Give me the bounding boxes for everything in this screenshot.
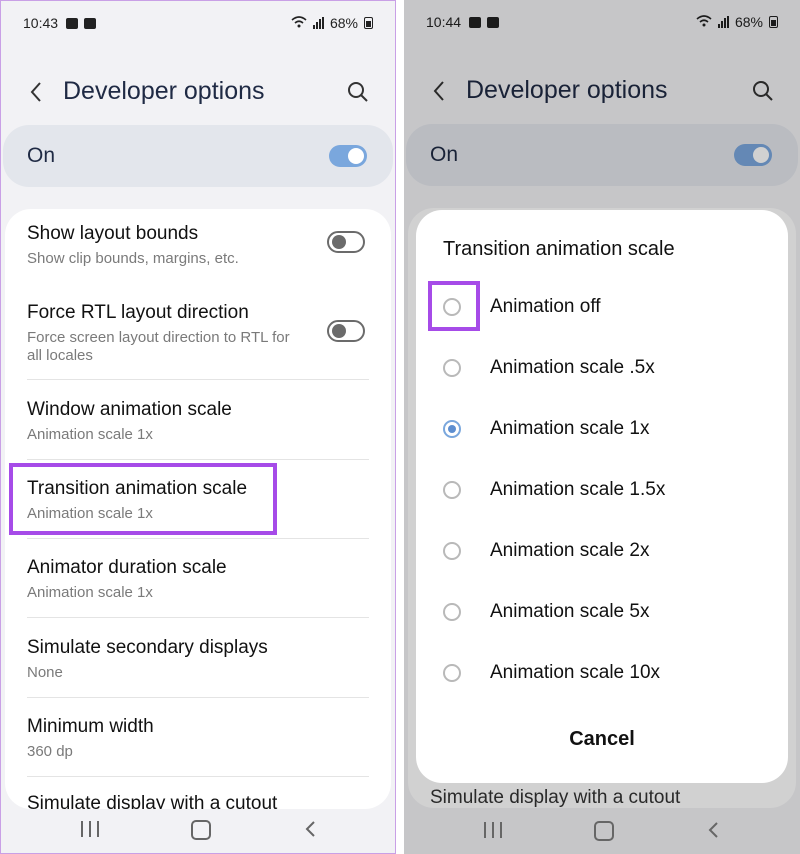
setting-show-layout-bounds[interactable]: Show layout bounds Show clip bounds, mar… — [27, 223, 369, 268]
show-layout-bounds-toggle[interactable] — [327, 231, 365, 253]
battery-percent: 68% — [329, 15, 358, 31]
radio-button[interactable] — [443, 359, 461, 377]
wifi-icon — [291, 15, 307, 31]
right-screen: 10:44 68% Developer options On Simulate … — [404, 0, 800, 854]
dialog-title: Transition animation scale — [443, 238, 675, 260]
option-label: Animation scale 2x — [490, 540, 650, 561]
setting-subtitle: Animation scale 1x — [27, 426, 153, 443]
navigation-bar — [1, 807, 395, 853]
setting-title: Minimum width — [27, 716, 154, 737]
signal-icon — [312, 17, 324, 29]
option-label: Animation scale 5x — [490, 601, 650, 622]
image-icon — [84, 17, 97, 29]
setting-title: Simulate secondary displays — [27, 637, 268, 658]
setting-window-animation-scale[interactable]: Window animation scale Animation scale 1… — [27, 399, 369, 444]
status-time: 10:43 — [23, 15, 59, 31]
highlight-box — [428, 281, 480, 331]
search-icon[interactable] — [345, 79, 371, 105]
option-scale-5x[interactable]: Animation scale 5x — [416, 587, 788, 645]
option-scale-1x[interactable]: Animation scale 1x — [416, 404, 788, 462]
setting-animator-duration-scale[interactable]: Animator duration scale Animation scale … — [27, 557, 369, 602]
nav-back-icon[interactable] — [704, 820, 724, 840]
toggle-knob — [332, 235, 346, 249]
setting-subtitle: 360 dp — [27, 743, 73, 760]
home-icon[interactable] — [191, 820, 211, 840]
setting-title: Animator duration scale — [27, 557, 227, 578]
option-scale-10x[interactable]: Animation scale 10x — [416, 648, 788, 706]
setting-title: Window animation scale — [27, 399, 232, 420]
option-scale-1-5x[interactable]: Animation scale 1.5x — [416, 465, 788, 523]
status-bar: 10:43 68% — [23, 11, 373, 35]
setting-title: Force RTL layout direction — [27, 302, 249, 323]
highlight-box — [9, 463, 277, 535]
setting-subtitle: Animation scale 1x — [27, 584, 153, 601]
divider — [27, 776, 369, 777]
divider — [27, 697, 369, 698]
radio-button-selected[interactable] — [443, 420, 461, 438]
radio-button[interactable] — [443, 664, 461, 682]
radio-button[interactable] — [443, 481, 461, 499]
battery-icon — [364, 17, 373, 29]
toggle-knob — [332, 324, 346, 338]
setting-title: Show layout bounds — [27, 223, 199, 244]
divider — [27, 379, 369, 380]
setting-minimum-width[interactable]: Minimum width 360 dp — [27, 716, 369, 761]
back-arrow-icon[interactable] — [25, 79, 49, 105]
setting-subtitle: Force screen layout direction to RTL for… — [27, 329, 290, 364]
setting-subtitle: None — [27, 664, 63, 681]
master-toggle[interactable] — [329, 145, 367, 167]
option-label: Animation scale 1.5x — [490, 479, 666, 500]
home-icon[interactable] — [594, 821, 614, 841]
setting-simulate-secondary-displays[interactable]: Simulate secondary displays None — [27, 637, 369, 682]
navigation-bar — [404, 808, 800, 854]
recents-icon[interactable] — [484, 822, 502, 838]
divider — [27, 459, 369, 460]
option-label: Animation scale 1x — [490, 418, 650, 439]
page-title: Developer options — [63, 77, 265, 105]
master-switch-row[interactable]: On — [3, 125, 393, 187]
toggle-knob — [348, 148, 364, 164]
option-label: Animation scale .5x — [490, 357, 655, 378]
option-label: Animation scale 10x — [490, 662, 661, 683]
app-bar: Developer options — [1, 67, 395, 117]
setting-subtitle: Show clip bounds, margins, etc. — [27, 250, 239, 267]
divider — [27, 617, 369, 618]
left-screen: 10:43 68% Developer options On Show layo… — [0, 0, 396, 854]
recents-icon[interactable] — [81, 821, 99, 837]
option-scale-2x[interactable]: Animation scale 2x — [416, 526, 788, 584]
radio-button[interactable] — [443, 542, 461, 560]
divider — [27, 538, 369, 539]
cancel-button[interactable]: Cancel — [416, 728, 788, 751]
radio-button[interactable] — [443, 603, 461, 621]
option-label: Animation off — [490, 296, 601, 317]
force-rtl-toggle[interactable] — [327, 320, 365, 342]
option-scale-0-5x[interactable]: Animation scale .5x — [416, 343, 788, 401]
master-switch-label: On — [27, 144, 56, 167]
message-icon — [66, 17, 79, 29]
setting-force-rtl[interactable]: Force RTL layout direction Force screen … — [27, 302, 301, 365]
nav-back-icon[interactable] — [301, 819, 321, 839]
